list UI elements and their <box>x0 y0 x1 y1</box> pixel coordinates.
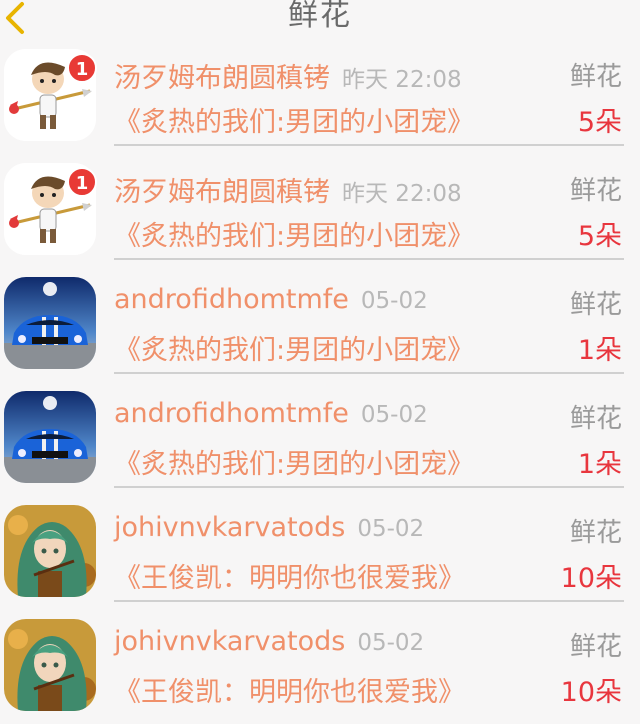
sender-name: 汤歹姆布朗圆稹铐 昨天 22:08 <box>114 56 462 95</box>
avatar[interactable] <box>4 391 96 483</box>
divider <box>114 372 624 374</box>
timestamp: 05-02 <box>360 288 428 314</box>
sender-name: johivnvkarvatods 05-02 <box>114 512 424 543</box>
flower-count: 5朵 <box>577 107 622 138</box>
timestamp: 昨天 22:08 <box>342 181 462 207</box>
avatar-container: 1 <box>4 163 97 255</box>
flower-count: 10朵 <box>560 677 622 708</box>
sender-name: androfidhomtmfe 05-02 <box>114 284 428 315</box>
gift-type: 鲜花 <box>569 404 622 434</box>
avatar-container <box>4 505 96 597</box>
flower-count: 1朵 <box>577 335 622 366</box>
list-item[interactable]: 1 汤歹姆布朗圆稹铐 昨天 22:08 鲜花 《炙热的我们:男团的小团宠》 5朵 <box>0 40 640 154</box>
gift-type: 鲜花 <box>569 290 622 320</box>
list-item[interactable]: johivnvkarvatods 05-02 鲜花 《王俊凯：明明你也很爱我》 1… <box>0 610 640 724</box>
flower-list: 1 汤歹姆布朗圆稹铐昨天 22:08 鲜花 《炙热的我们:男团的小团宠》 5朵 <box>0 40 640 724</box>
avatar-container <box>4 391 96 483</box>
sender-name-text: johivnvkarvatods <box>114 626 346 657</box>
flower-count: 1朵 <box>577 449 622 480</box>
work-title: 《炙热的我们:男团的小团宠》 <box>114 449 475 480</box>
sender-name-text: johivnvkarvatods <box>114 512 346 543</box>
work-title: 《炙热的我们:男团的小团宠》 <box>114 335 475 366</box>
car-avatar-icon <box>4 391 96 483</box>
avatar-container: 1 <box>4 49 97 141</box>
sender-name: androfidhomtmfe 05-02 <box>114 398 428 429</box>
sender-name: 汤歹姆布朗圆稹铐 昨天 22:08 <box>114 170 462 209</box>
list-item[interactable]: androfidhomtmfe 05-02 鲜花 《炙热的我们:男团的小团宠》 1… <box>0 382 640 496</box>
timestamp: 05-02 <box>357 630 425 656</box>
page-title: 鲜花 <box>288 0 352 33</box>
work-title: 《王俊凯：明明你也很爱我》 <box>114 677 465 708</box>
timestamp: 05-02 <box>360 402 428 428</box>
sender-name-text: androfidhomtmfe <box>114 284 349 315</box>
gift-type: 鲜花 <box>569 62 622 92</box>
flower-count: 5朵 <box>577 221 622 252</box>
sender-name-text: androfidhomtmfe <box>114 398 349 429</box>
car-avatar-icon <box>4 277 96 369</box>
unread-badge: 1 <box>67 167 97 197</box>
anime-girl-avatar-icon <box>4 619 96 711</box>
work-title: 《王俊凯：明明你也很爱我》 <box>114 563 465 594</box>
avatar-container <box>4 277 96 369</box>
flower-count: 10朵 <box>560 563 622 594</box>
divider <box>114 600 624 602</box>
gift-type: 鲜花 <box>569 176 622 206</box>
avatar[interactable] <box>4 505 96 597</box>
unread-badge: 1 <box>67 53 97 83</box>
sender-name-text: 汤歹姆布朗圆稹铐 <box>114 63 330 94</box>
divider <box>114 486 624 488</box>
list-item[interactable]: johivnvkarvatods 05-02 鲜花 《王俊凯：明明你也很爱我》 1… <box>0 496 640 610</box>
sender-name-text: 汤歹姆布朗圆稹铐 <box>114 177 330 208</box>
avatar-container <box>4 619 96 711</box>
gift-type: 鲜花 <box>569 518 622 548</box>
gift-type: 鲜花 <box>569 632 622 662</box>
list-item[interactable]: androfidhomtmfe 05-02 鲜花 《炙热的我们:男团的小团宠》 1… <box>0 268 640 382</box>
work-title: 《炙热的我们:男团的小团宠》 <box>114 221 475 252</box>
sender-name: johivnvkarvatods 05-02 <box>114 626 424 657</box>
divider <box>114 144 624 146</box>
anime-girl-avatar-icon <box>4 505 96 597</box>
divider <box>114 258 624 260</box>
list-item[interactable]: 1 汤歹姆布朗圆稹铐 昨天 22:08 鲜花 《炙热的我们:男团的小团宠》 5朵 <box>0 154 640 268</box>
header-bar: 鲜花 <box>0 0 640 40</box>
timestamp: 05-02 <box>357 516 425 542</box>
work-title: 《炙热的我们:男团的小团宠》 <box>114 107 475 138</box>
timestamp: 昨天 22:08 <box>342 67 462 93</box>
avatar[interactable] <box>4 619 96 711</box>
avatar[interactable] <box>4 277 96 369</box>
